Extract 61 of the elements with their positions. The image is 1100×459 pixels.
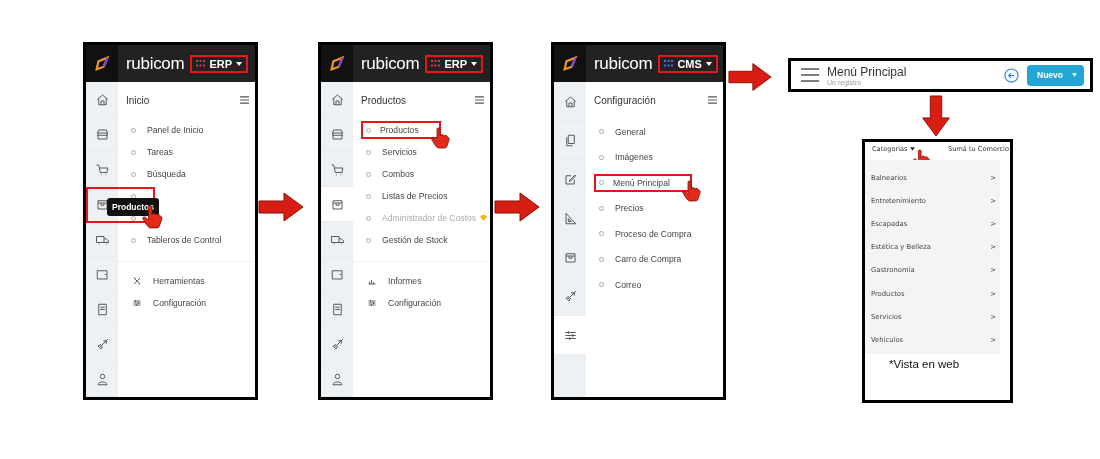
menu-item[interactable]: Configuración — [151, 294, 209, 312]
menu-item[interactable]: Tareas — [145, 143, 175, 161]
caret-icon — [909, 147, 915, 151]
menu-item[interactable]: Servicios — [380, 143, 419, 161]
cart-icon — [94, 161, 110, 177]
caret-icon — [1072, 73, 1077, 77]
menu-icon[interactable] — [708, 96, 717, 104]
hand-cursor-icon — [681, 179, 702, 202]
store-icon — [329, 126, 345, 142]
module-selector[interactable]: CMS — [658, 54, 718, 73]
right-arrow-icon — [728, 62, 772, 92]
hand-cursor-icon — [430, 127, 451, 149]
right-arrow-icon — [258, 192, 304, 222]
grid-icon — [431, 60, 441, 67]
menu-item[interactable]: General — [613, 122, 648, 141]
user-icon — [329, 371, 345, 387]
menu-icon[interactable] — [801, 68, 819, 82]
logo-icon — [93, 54, 111, 73]
user-icon — [94, 371, 110, 387]
caret-icon — [705, 61, 712, 66]
brand-name: rubicom — [594, 53, 653, 74]
menu-icon[interactable] — [240, 96, 249, 104]
menu-item[interactable]: Imágenes — [613, 148, 655, 167]
store-icon — [94, 126, 110, 142]
cart-icon — [329, 161, 345, 177]
section-title: Inicio — [126, 94, 150, 106]
section-title: Configuración — [594, 94, 656, 106]
logo-icon — [561, 54, 579, 73]
ruler-icon — [562, 210, 578, 226]
module-selector[interactable]: ERP — [190, 54, 248, 73]
menu-item[interactable]: Configuración — [386, 294, 444, 312]
right-arrow-icon — [494, 192, 540, 222]
menu-item[interactable]: Panel de Inicio — [145, 121, 206, 139]
menu-item[interactable]: Carro de Compra — [613, 250, 684, 269]
section-title: Productos — [361, 94, 407, 106]
grid-icon — [196, 60, 206, 67]
menu-item[interactable]: Precios — [613, 199, 646, 218]
caret-icon — [471, 61, 477, 66]
page-title: Menú Principal — [827, 64, 908, 79]
home-icon — [94, 91, 110, 107]
home-icon — [562, 93, 578, 109]
grid-icon — [664, 60, 674, 67]
home-icon — [329, 91, 345, 107]
logo-icon — [328, 54, 346, 73]
menu-item[interactable]: Gestión de Stock — [380, 231, 450, 249]
tooltip: Productos — [107, 198, 160, 216]
menu-item[interactable]: Herramientas — [151, 272, 207, 290]
menu-item[interactable]: Listas de Precios — [380, 187, 450, 205]
back-icon[interactable] — [1004, 67, 1019, 83]
brand-name: rubicom — [361, 53, 420, 74]
brand-name: rubicom — [126, 53, 185, 74]
menu-item[interactable]: Búsqueda — [145, 165, 188, 183]
menu-item[interactable]: Informes — [386, 272, 424, 290]
menu-item[interactable]: Correo — [613, 275, 644, 294]
menu-item[interactable]: Tableros de Control — [145, 231, 224, 249]
menu-item[interactable]: Proceso de Compra — [613, 224, 694, 243]
menu-icon[interactable] — [475, 96, 484, 104]
caret-icon — [236, 61, 242, 66]
down-arrow-icon — [921, 95, 951, 137]
menu-item[interactable]: Combos — [380, 165, 416, 183]
module-selector[interactable]: ERP — [425, 54, 483, 73]
